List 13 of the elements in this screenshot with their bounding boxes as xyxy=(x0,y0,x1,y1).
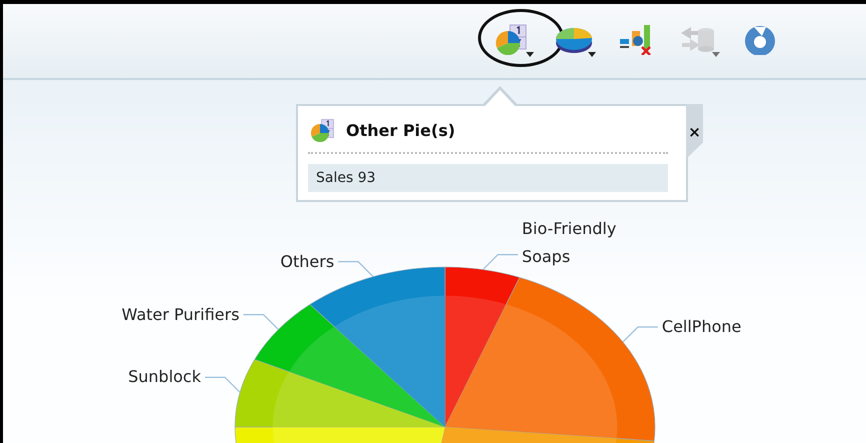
leader-line xyxy=(243,314,279,330)
slice-label: CellPhone xyxy=(662,316,742,338)
leader-line xyxy=(622,326,658,342)
close-button[interactable]: × xyxy=(686,104,703,159)
slice-label: Bio-Friendly Soaps xyxy=(522,218,618,268)
leader-line xyxy=(338,261,374,278)
leader-line xyxy=(482,254,518,270)
popup-list-item[interactable]: Sales 93 xyxy=(308,164,668,192)
popup-title: Other Pie(s) xyxy=(346,120,456,140)
slice-label: Others xyxy=(280,250,334,273)
slice-label: Water Purifiers xyxy=(122,304,240,326)
slice-label: Sunblock xyxy=(128,366,201,388)
leader-line xyxy=(204,376,240,393)
